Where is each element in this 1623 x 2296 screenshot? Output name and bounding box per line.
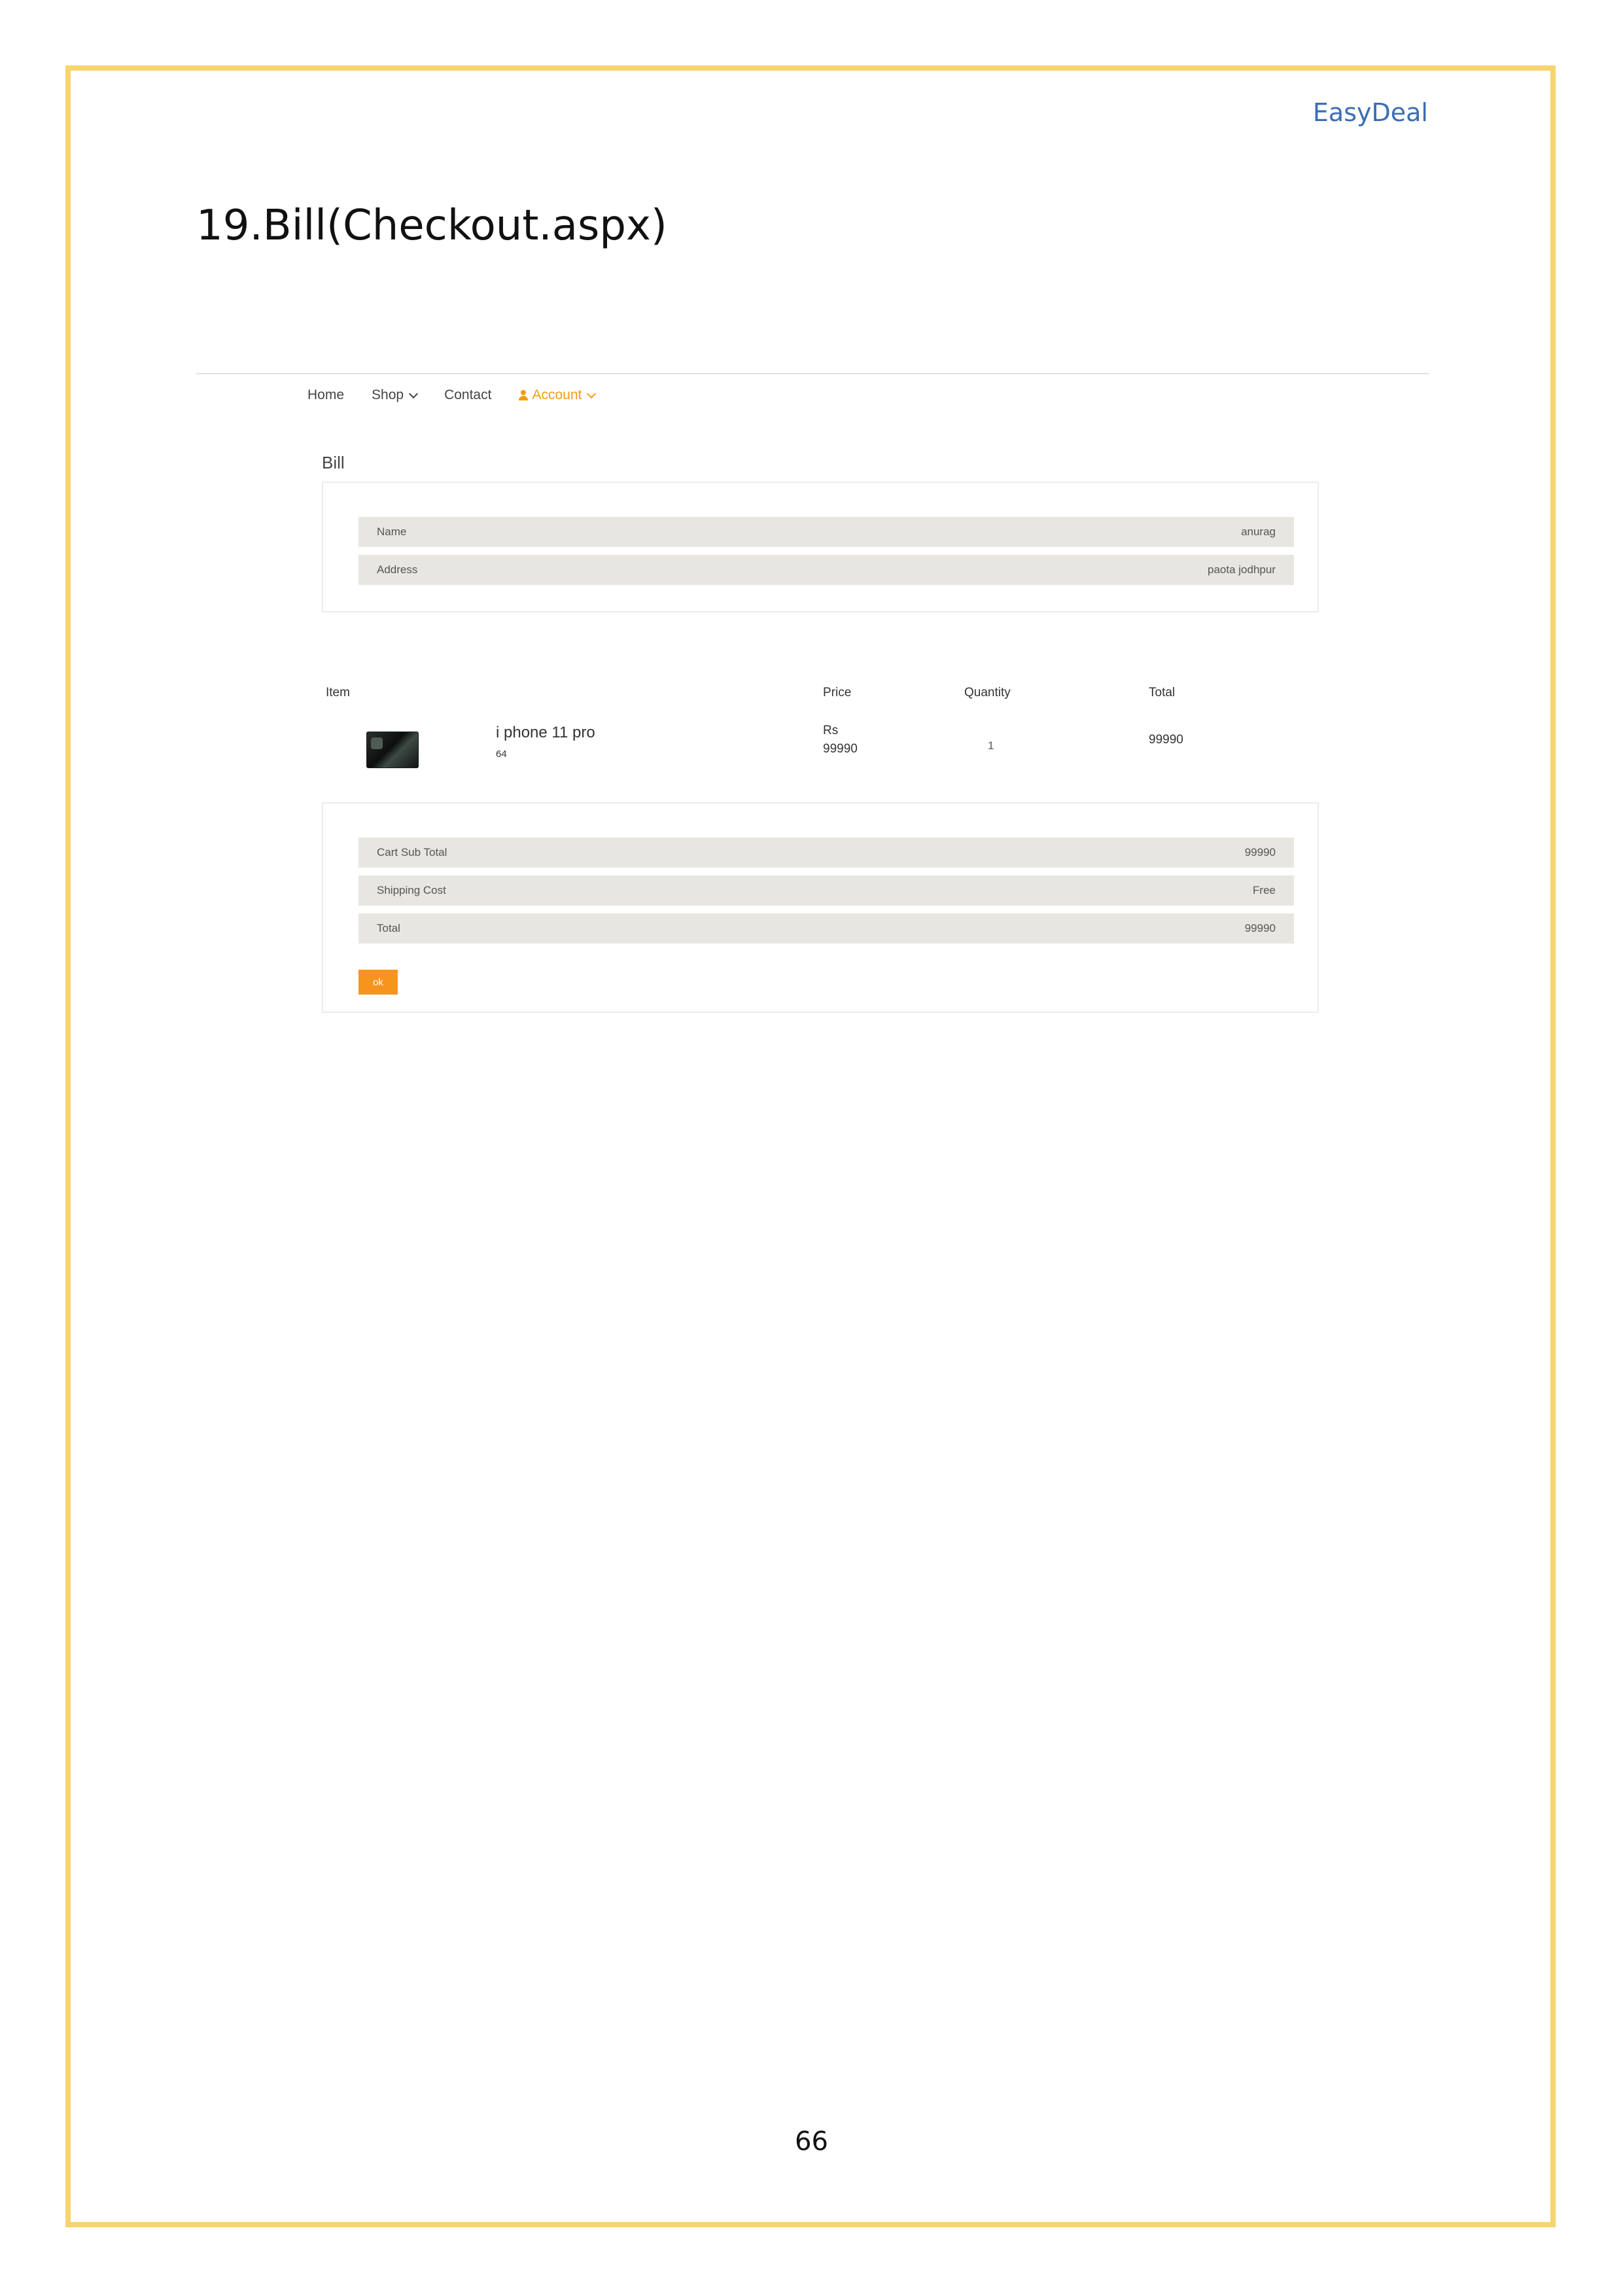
customer-address-value: paota jodhpur: [1208, 563, 1276, 576]
nav-account-label: Account: [532, 387, 582, 402]
customer-name-label: Name: [377, 525, 407, 538]
order-summary-box: Cart Sub Total 99990 Shipping Cost Free …: [322, 802, 1319, 1013]
product-variant: 64: [496, 749, 507, 760]
section-title: 19.Bill(Checkout.aspx): [196, 202, 667, 250]
user-icon: [519, 390, 529, 400]
nav-shop[interactable]: Shop: [372, 387, 419, 403]
summary-row-subtotal: Cart Sub Total 99990: [358, 838, 1294, 868]
nav-contact[interactable]: Contact: [444, 387, 491, 403]
nav-home[interactable]: Home: [307, 387, 344, 403]
summary-row-total: Total 99990: [358, 913, 1294, 944]
header-brand: EasyDeal: [1312, 98, 1428, 127]
nav-shop-label: Shop: [372, 387, 404, 402]
col-header-item: Item: [326, 686, 350, 699]
bill-heading: Bill: [322, 453, 345, 472]
summary-shipping-value: Free: [1253, 884, 1276, 896]
product-image[interactable]: [366, 732, 419, 768]
col-header-price: Price: [823, 686, 852, 699]
checkout-screenshot: Home Shop Contact Account Bill Name anur…: [196, 373, 1429, 1027]
chevron-down-icon: [587, 389, 597, 398]
product-price-currency: Rs: [823, 724, 839, 737]
customer-row-address: Address paota jodhpur: [358, 555, 1294, 585]
nav-account[interactable]: Account: [519, 387, 597, 403]
summary-shipping-label: Shipping Cost: [377, 884, 446, 896]
page-number: 66: [795, 2127, 828, 2157]
summary-row-shipping: Shipping Cost Free: [358, 875, 1294, 906]
customer-row-name: Name anurag: [358, 517, 1294, 547]
nav-contact-label: Contact: [444, 387, 492, 402]
summary-total-label: Total: [377, 922, 400, 934]
chevron-down-icon: [409, 389, 419, 398]
product-price-value: 99990: [823, 742, 858, 756]
product-name[interactable]: i phone 11 pro: [496, 724, 595, 742]
col-header-quantity: Quantity: [964, 686, 1011, 699]
customer-name-value: anurag: [1241, 525, 1276, 538]
main-nav: Home Shop Contact Account: [307, 387, 597, 403]
summary-subtotal-value: 99990: [1244, 846, 1276, 858]
col-header-total: Total: [1149, 686, 1176, 699]
product-quantity: 1: [988, 739, 994, 752]
customer-info-box: Name anurag Address paota jodhpur: [322, 482, 1319, 612]
summary-total-value: 99990: [1244, 922, 1276, 934]
summary-subtotal-label: Cart Sub Total: [377, 846, 447, 858]
ok-button[interactable]: ok: [358, 970, 398, 995]
top-divider: [196, 373, 1429, 374]
customer-address-label: Address: [377, 563, 418, 576]
nav-home-label: Home: [307, 387, 345, 402]
product-total: 99990: [1149, 733, 1183, 747]
